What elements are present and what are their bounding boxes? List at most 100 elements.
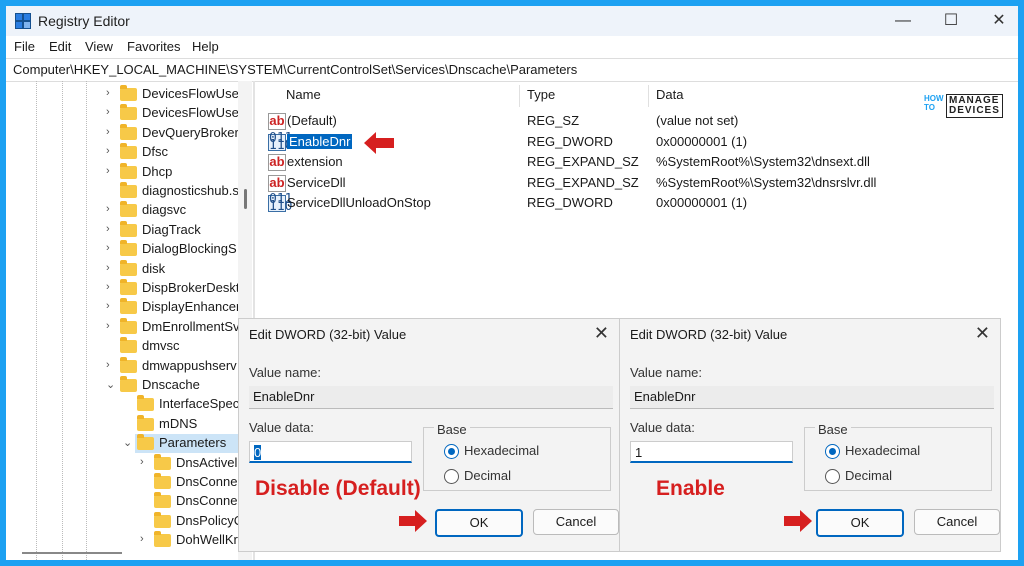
value-row[interactable]: ab (Default) REG_SZ (value not set) [256,111,1018,131]
chevron-icon[interactable]: › [106,106,116,118]
chevron-icon[interactable]: ⌄ [123,436,133,449]
value-data: %SystemRoot%\System32\dnsext.dll [656,154,870,169]
menu-edit[interactable]: Edit [49,39,71,54]
chevron-icon[interactable]: › [106,359,116,371]
chevron-icon[interactable]: › [106,126,116,138]
tree-scroll-thumb[interactable] [244,189,247,209]
tree-item[interactable]: diagnosticshub.s [118,182,238,201]
tree-item[interactable]: DnsConne [152,473,238,492]
value-data-input[interactable]: 1 [630,441,793,463]
tree-item-label: DnsActivel [176,454,238,470]
column-type[interactable]: Type [527,87,555,102]
tree-item-label: DisplayEnhancer [142,299,238,315]
tree-item[interactable]: › DispBrokerDeskt [106,279,238,298]
minimize-button[interactable]: — [880,6,926,36]
tree-item[interactable]: › DevicesFlowUser [106,104,238,123]
folder-icon [120,201,137,218]
tree-item[interactable]: › DisplayEnhancer [106,298,238,317]
tree-item-label: diagsvc [142,202,187,218]
tree-item[interactable]: › dmwappushserv [106,356,238,376]
menu-file[interactable]: File [14,39,35,54]
column-separator[interactable] [648,85,649,107]
cancel-button[interactable]: Cancel [914,509,1000,535]
tree-item[interactable]: InterfaceSpec [135,395,238,414]
chevron-icon[interactable]: › [106,87,116,99]
value-name: ServiceDllUnloadOnStop [287,195,431,210]
hexadecimal-label: Hexadecimal [464,443,540,458]
tree-item-label: DevQueryBroker [142,124,238,140]
folder-icon [120,376,137,392]
column-name[interactable]: Name [286,87,321,102]
tree-item-label: DmEnrollmentSv [142,318,238,334]
cancel-button[interactable]: Cancel [533,509,619,535]
annotation-arrow-icon [784,510,812,532]
tree-item[interactable]: › Dhcp [106,162,238,182]
tree-item[interactable]: › DiagTrack [106,220,238,240]
tree-item[interactable]: ⌄ Dnscache [106,376,238,395]
tree-item[interactable]: › DnsActivel [140,453,238,473]
base-group: Base Hexadecimal Decimal [804,422,992,491]
tree-item-label: Dfsc [142,144,168,160]
chevron-icon[interactable]: › [140,533,150,545]
chevron-icon[interactable]: ⌄ [106,378,116,391]
base-label: Base [434,422,470,437]
value-row[interactable]: 011 110 ServiceDllUnloadOnStop REG_DWORD 0x0… [256,193,1018,213]
tree-horizontal-scroll-thumb[interactable] [22,552,122,554]
hexadecimal-radio[interactable] [444,444,459,459]
folder-icon [120,317,137,334]
tree-item[interactable]: › DohWellKr [140,531,238,550]
dialog-close-icon[interactable]: ✕ [594,323,609,344]
tree-item[interactable]: › DialogBlockingS [106,240,238,259]
chevron-icon[interactable]: › [140,456,150,468]
tree-item[interactable]: ⌄ Parameters [123,434,238,454]
ok-button[interactable]: OK [435,509,523,537]
value-row[interactable]: ab ServiceDll REG_EXPAND_SZ %SystemRoot%\Sy… [256,173,1018,193]
tree-item[interactable]: › Dfsc [106,143,238,162]
tree-item[interactable]: › disk [106,259,238,279]
tree-item-label: DnsConne [176,493,238,509]
tree-item[interactable]: dmvsc [118,337,238,356]
chevron-icon[interactable]: › [106,203,116,215]
menu-favorites[interactable]: Favorites [127,39,180,54]
value-data-label: Value data: [249,420,314,435]
menu-view[interactable]: View [85,39,113,54]
chevron-icon[interactable]: › [106,145,116,157]
chevron-icon[interactable]: › [106,262,116,274]
howtomanagedevices-logo: HOW TO MANAGE DEVICES [924,94,1004,120]
hexadecimal-radio[interactable] [825,444,840,459]
chevron-icon[interactable]: › [106,320,116,332]
maximize-button[interactable]: ☐ [928,6,974,36]
decimal-radio[interactable] [444,469,459,484]
tree-item[interactable]: › DevicesFlowUser [106,85,238,104]
decimal-label: Decimal [464,468,511,483]
tree-item[interactable]: mDNS [135,414,238,434]
tree-item[interactable]: › diagsvc [106,201,238,220]
folder-icon [137,414,154,431]
column-separator[interactable] [519,85,520,107]
string-value-icon: ab [268,174,286,192]
decimal-radio[interactable] [825,469,840,484]
folder-icon [154,473,171,489]
tree-item[interactable]: › DevQueryBroker [106,123,238,143]
dialog-close-icon[interactable]: ✕ [975,323,990,344]
tree-item[interactable]: DnsConne [152,492,238,511]
chevron-icon[interactable]: › [106,300,116,312]
dialog-title: Edit DWORD (32-bit) Value [630,327,788,342]
folder-icon [137,395,154,412]
chevron-icon[interactable]: › [106,242,116,254]
chevron-icon[interactable]: › [106,281,116,293]
chevron-icon[interactable]: › [106,223,116,235]
value-name-label: Value name: [630,365,703,380]
ok-button[interactable]: OK [816,509,904,537]
title-bar: Registry Editor — ☐ ✕ [6,6,1018,36]
menu-help[interactable]: Help [192,39,219,54]
address-bar[interactable]: Computer\HKEY_LOCAL_MACHINE\SYSTEM\Curre… [6,58,1018,82]
chevron-icon[interactable]: › [106,165,116,177]
tree-item[interactable]: DnsPolicyC [152,511,238,531]
value-row[interactable]: ab extension REG_EXPAND_SZ %SystemRoot%\Sys… [256,152,1018,172]
close-button[interactable]: ✕ [976,6,1018,36]
column-data[interactable]: Data [656,87,683,102]
value-data-input[interactable]: 0 [249,441,412,463]
tree-item-label: Dhcp [142,163,173,179]
tree-item[interactable]: › DmEnrollmentSv [106,317,238,337]
